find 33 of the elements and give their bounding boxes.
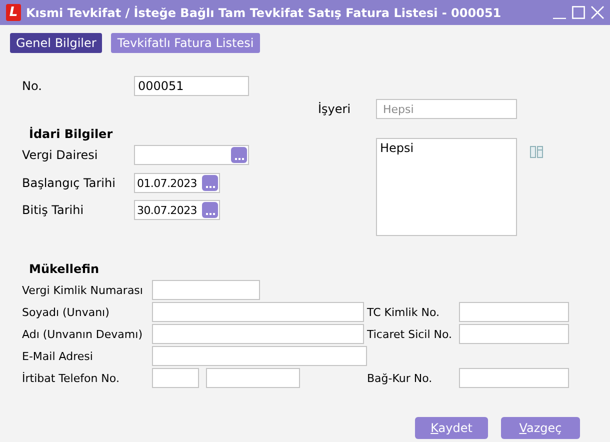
browse-button[interactable] [202,202,218,218]
date-field[interactable]: 30.07.2023 [134,200,220,220]
lookup-field[interactable] [134,145,249,165]
field-label: Bağ-Kur No. [367,372,434,384]
field-label: Vergi Kimlik Numarası [22,284,144,296]
field-label: İşyeri [318,102,352,116]
field-label: E-Mail Adresi [22,350,94,362]
input-field[interactable]: 01.07.2023 [135,174,202,192]
field-label: No. [22,79,43,93]
field-label: İrtibat Telefon No. [22,372,120,384]
section-heading: İdari Bilgiler [28,127,114,141]
window-title: Kısmi Tevkifat / İsteğe Bağlı Tam Tevkifat Satış Fatura Listesi - 000051 [26,6,502,20]
input-field[interactable]: Hepsi [377,100,516,118]
browse-button[interactable] [231,147,247,163]
app-logo: L [6,4,21,21]
input-field[interactable]: 30.07.2023 [135,201,202,219]
tab[interactable]: Genel Bilgiler [10,33,102,53]
field-label: Ticaret Sicil No. [367,328,454,340]
field-label: Başlangıç Tarihi [22,176,116,190]
field-label: Soyadı (Unvanı) [22,306,110,318]
maximize-icon[interactable] [572,6,585,19]
section-heading: Mükellefin [28,262,100,276]
close-icon[interactable] [591,6,604,19]
browse-button[interactable] [202,175,218,191]
field-label: Bitiş Tarihi [22,203,85,217]
list-item[interactable]: Hepsi [380,141,513,155]
field-label: Adı (Unvanın Devamı) [22,328,144,340]
input-field[interactable]: 000051 [135,77,248,95]
date-field[interactable]: 01.07.2023 [134,173,220,193]
field-label: TC Kimlik No. [367,306,440,318]
list-box[interactable]: Hepsi [376,138,517,236]
field-label: Vergi Dairesi [22,148,99,162]
columns-icon[interactable] [530,146,543,158]
